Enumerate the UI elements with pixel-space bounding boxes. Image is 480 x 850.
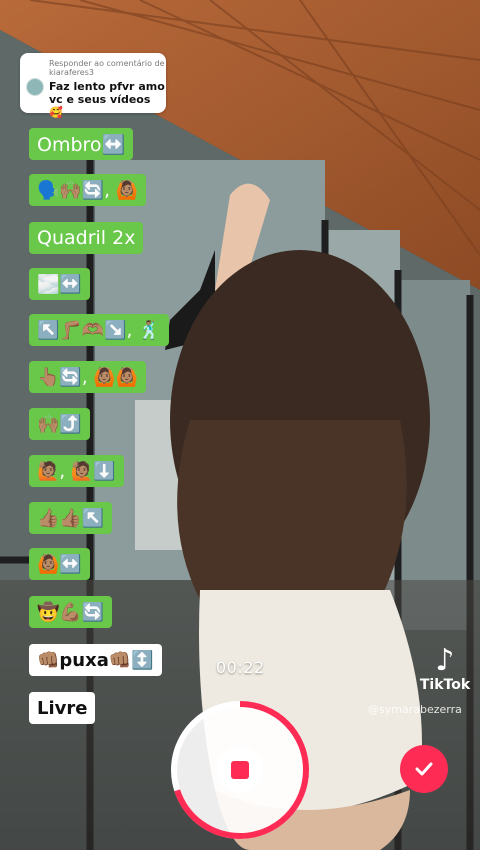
step-chip: 👆🏽🔄, 🙆🏽🙆🏽 <box>29 361 147 393</box>
confirm-button[interactable] <box>400 745 448 793</box>
tiktok-brand: TikTok <box>419 677 471 693</box>
tiktok-watermark: ♪ TikTok <box>410 643 480 694</box>
step-chip: 🗣️🙌🏽🔄, 🙆🏽 <box>29 174 147 206</box>
step-chip: 🤠💪🏽🔄 <box>29 596 113 628</box>
step-chip: ↖️🦵🏽🫶🏽↘️, 🕺🏽 <box>29 314 169 346</box>
commenter-avatar <box>26 78 44 96</box>
reply-label: Responder ao comentário de kiaraferes3 <box>49 59 165 77</box>
step-chip: 👊🏽puxa👊🏽↕️ <box>29 644 162 676</box>
step-chip: Ombro↔️ <box>29 128 134 160</box>
step-chip: Livre <box>29 692 96 724</box>
step-chip: 🌫️↔️ <box>29 268 90 300</box>
step-chip: 👍🏽👍🏽↖️ <box>29 502 113 534</box>
stop-icon <box>231 761 249 779</box>
creator-handle: @symarabezerra <box>368 703 462 716</box>
checkmark-icon <box>415 762 433 776</box>
step-chip: Quadril 2x <box>29 222 144 254</box>
stop-recording-button[interactable] <box>170 700 310 840</box>
comment-text: Faz lento pfvr amo vc e seus vídeos 🥰 <box>49 80 165 119</box>
step-chip: 🙌🏽⤴️ <box>29 408 90 440</box>
reply-comment-sticker: Responder ao comentário de kiaraferes3 F… <box>20 53 166 119</box>
recording-timer: 00:22 <box>216 658 265 677</box>
step-chip: 🙆🏽↔️ <box>29 548 90 580</box>
step-chip: 🙋🏽, 🙋🏽⬇️ <box>29 455 124 487</box>
tiktok-logo-icon: ♪ <box>435 643 455 678</box>
